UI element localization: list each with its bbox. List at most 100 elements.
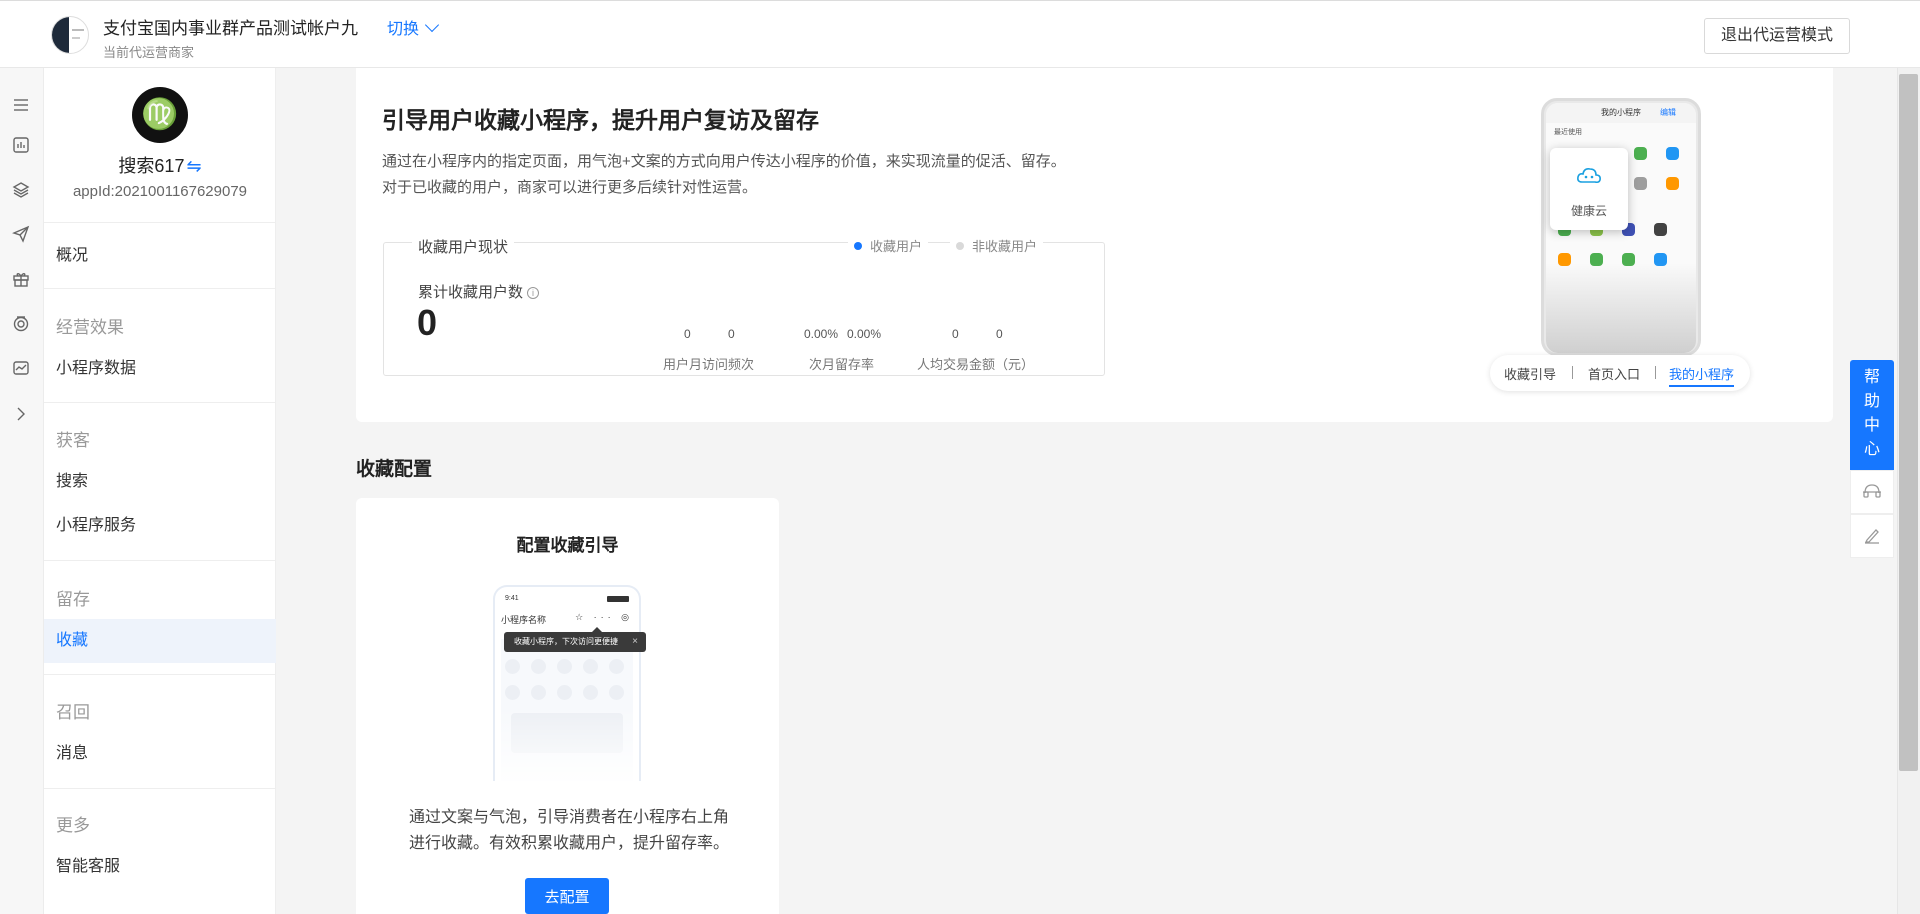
close-icon: ×	[632, 636, 638, 647]
help-char: 帮	[1863, 369, 1880, 386]
nav-item-favorite[interactable]: 收藏	[44, 619, 276, 663]
merchant-subtitle: 当前代运营商家	[103, 45, 195, 60]
total-favorites-value: 0	[417, 302, 438, 343]
target-icon[interactable]	[11, 314, 31, 334]
phone-actions: ☆ ··· ◎	[575, 612, 633, 622]
phone-time: 9:41	[505, 595, 519, 602]
tab-separator	[1572, 366, 1573, 379]
retention-fav-value: 0.00%	[804, 327, 839, 341]
nav-group-acquire: 获客	[56, 431, 90, 450]
preview-app-dot	[1634, 177, 1647, 190]
nav-divider	[44, 788, 276, 789]
legend-dot-favorite	[854, 242, 862, 250]
nav-item-overview[interactable]: 概况	[44, 234, 276, 278]
cloud-icon	[1577, 168, 1601, 184]
legend-favorite-label: 收藏用户	[870, 239, 923, 254]
info-icon[interactable]: i	[527, 287, 540, 299]
chart-icon[interactable]	[11, 135, 31, 155]
placeholder-bubble	[583, 659, 598, 674]
nav-group-retain: 留存	[56, 590, 90, 609]
placeholder-bubble	[609, 659, 624, 674]
section-title: 收藏配置	[356, 459, 433, 480]
app-name-text: 搜索617	[118, 156, 185, 176]
preview-screen-title: 我的小程序	[1601, 108, 1641, 117]
exit-agent-mode-button[interactable]: 退出代运营模式	[1704, 18, 1850, 54]
preview-phone-header: 我的小程序 编辑	[1546, 103, 1696, 123]
app-id: appId:2021001167629079	[72, 183, 248, 200]
battery-icon	[607, 596, 629, 602]
icon-rail	[0, 68, 44, 914]
placeholder-bubble	[505, 685, 520, 700]
send-icon[interactable]	[11, 224, 31, 244]
customer-service-icon[interactable]	[1850, 470, 1894, 514]
switch-app-icon[interactable]: ⇋	[186, 156, 201, 176]
avg-amount-nonfav-value: 0	[996, 327, 1003, 341]
menu-icon[interactable]	[11, 95, 31, 115]
chevron-right-icon[interactable]	[11, 404, 31, 424]
cube-icon[interactable]	[11, 180, 31, 200]
legend-nonfavorite-label: 非收藏用户	[972, 239, 1038, 254]
nav-item-message[interactable]: 消息	[44, 732, 276, 776]
avg-amount-fav-value: 0	[952, 327, 959, 341]
preview-popup-label: 健康云	[1570, 204, 1607, 218]
tab-separator	[1655, 366, 1656, 379]
tab-favorite-guide[interactable]: 收藏引导	[1504, 364, 1556, 383]
placeholder-bubble	[583, 685, 598, 700]
stats-title: 收藏用户现状	[412, 236, 515, 257]
go-configure-button[interactable]: 去配置	[525, 878, 609, 914]
hero-title: 引导用户收藏小程序，提升用户复访及留存	[382, 107, 819, 133]
merchant-logo	[51, 16, 89, 54]
preview-popup-card: 健康云	[1550, 148, 1628, 230]
phone-app-name: 小程序名称	[501, 615, 547, 625]
config-description: 通过文案与气泡，引导消费者在小程序右上角进行收藏。有效积累收藏用户，提升留存率。	[409, 809, 730, 852]
nav-item-search[interactable]: 搜索	[44, 460, 276, 504]
preview-tabs: 收藏引导 首页入口 我的小程序	[1490, 355, 1750, 391]
help-char: 心	[1863, 441, 1880, 458]
edit-icon[interactable]	[1850, 514, 1894, 558]
favorite-tooltip-bubble: 收藏小程序，下次访问更便捷 ×	[504, 627, 646, 652]
tooltip-text: 收藏小程序，下次访问更便捷	[514, 637, 618, 646]
gift-icon[interactable]	[11, 269, 31, 289]
total-favorites-text: 累计收藏用户数	[418, 284, 524, 301]
total-favorites-label: 累计收藏用户数 i	[418, 281, 540, 302]
help-center-button[interactable]: 帮 助 中 心	[1850, 360, 1894, 470]
store-icon[interactable]	[11, 358, 31, 378]
preview-app-dot	[1654, 223, 1667, 236]
visit-freq-fav-value: 0	[684, 327, 691, 341]
hero-desc-line-2: 对于已收藏的用户，商家可以进行更多后续针对性运营。	[382, 179, 758, 196]
nav-group-effect: 经营效果	[56, 318, 124, 337]
placeholder-bubble	[557, 659, 572, 674]
nav-item-mini-data[interactable]: 小程序数据	[44, 347, 276, 391]
visit-freq-nonfav-value: 0	[728, 327, 735, 341]
tab-my-mini-programs[interactable]: 我的小程序	[1669, 364, 1735, 387]
nav-group-more: 更多	[56, 816, 90, 835]
switch-merchant-link[interactable]: 切换	[387, 15, 440, 39]
hero-desc-line-1: 通过在小程序内的指定页面，用气泡+文案的方式向用户传达小程序的价值，来实现流量的…	[382, 153, 1066, 170]
placeholder-bubble	[557, 685, 572, 700]
retention-nonfav-value: 0.00%	[847, 327, 882, 341]
nav-item-smart-service[interactable]: 智能客服	[44, 845, 276, 889]
legend-favorite-users: 收藏用户	[848, 236, 929, 255]
chevron-down-icon	[424, 17, 440, 33]
legend-nonfavorite-users: 非收藏用户	[950, 236, 1044, 255]
nav-divider	[44, 288, 276, 289]
preview-app-dot	[1634, 147, 1647, 160]
nav-item-mini-service[interactable]: 小程序服务	[44, 504, 276, 548]
side-nav: ♍ 搜索617 ⇋ appId:2021001167629079 概况 经营效果 …	[44, 68, 276, 914]
preview-edit-label: 编辑	[1660, 108, 1676, 117]
scrollbar-thumb[interactable]	[1899, 74, 1918, 771]
tab-home-entry[interactable]: 首页入口	[1588, 364, 1640, 383]
placeholder-bubble	[531, 685, 546, 700]
phone-fade	[495, 707, 639, 781]
help-char: 助	[1863, 393, 1880, 410]
legend-dot-nonfavorite	[956, 242, 964, 250]
avg-amount-label: 人均交易金额（元）	[917, 357, 1035, 372]
config-phone-preview: 9:41 小程序名称 ☆ ··· ◎	[493, 585, 641, 781]
preview-app-dot	[1666, 147, 1679, 160]
retention-label: 次月留存率	[809, 357, 875, 372]
switch-label: 切换	[387, 21, 420, 38]
help-char: 中	[1863, 417, 1880, 434]
config-card-title: 配置收藏引导	[516, 536, 619, 555]
visit-freq-label: 用户月访问频次	[663, 357, 755, 372]
preview-fade	[1546, 263, 1696, 353]
